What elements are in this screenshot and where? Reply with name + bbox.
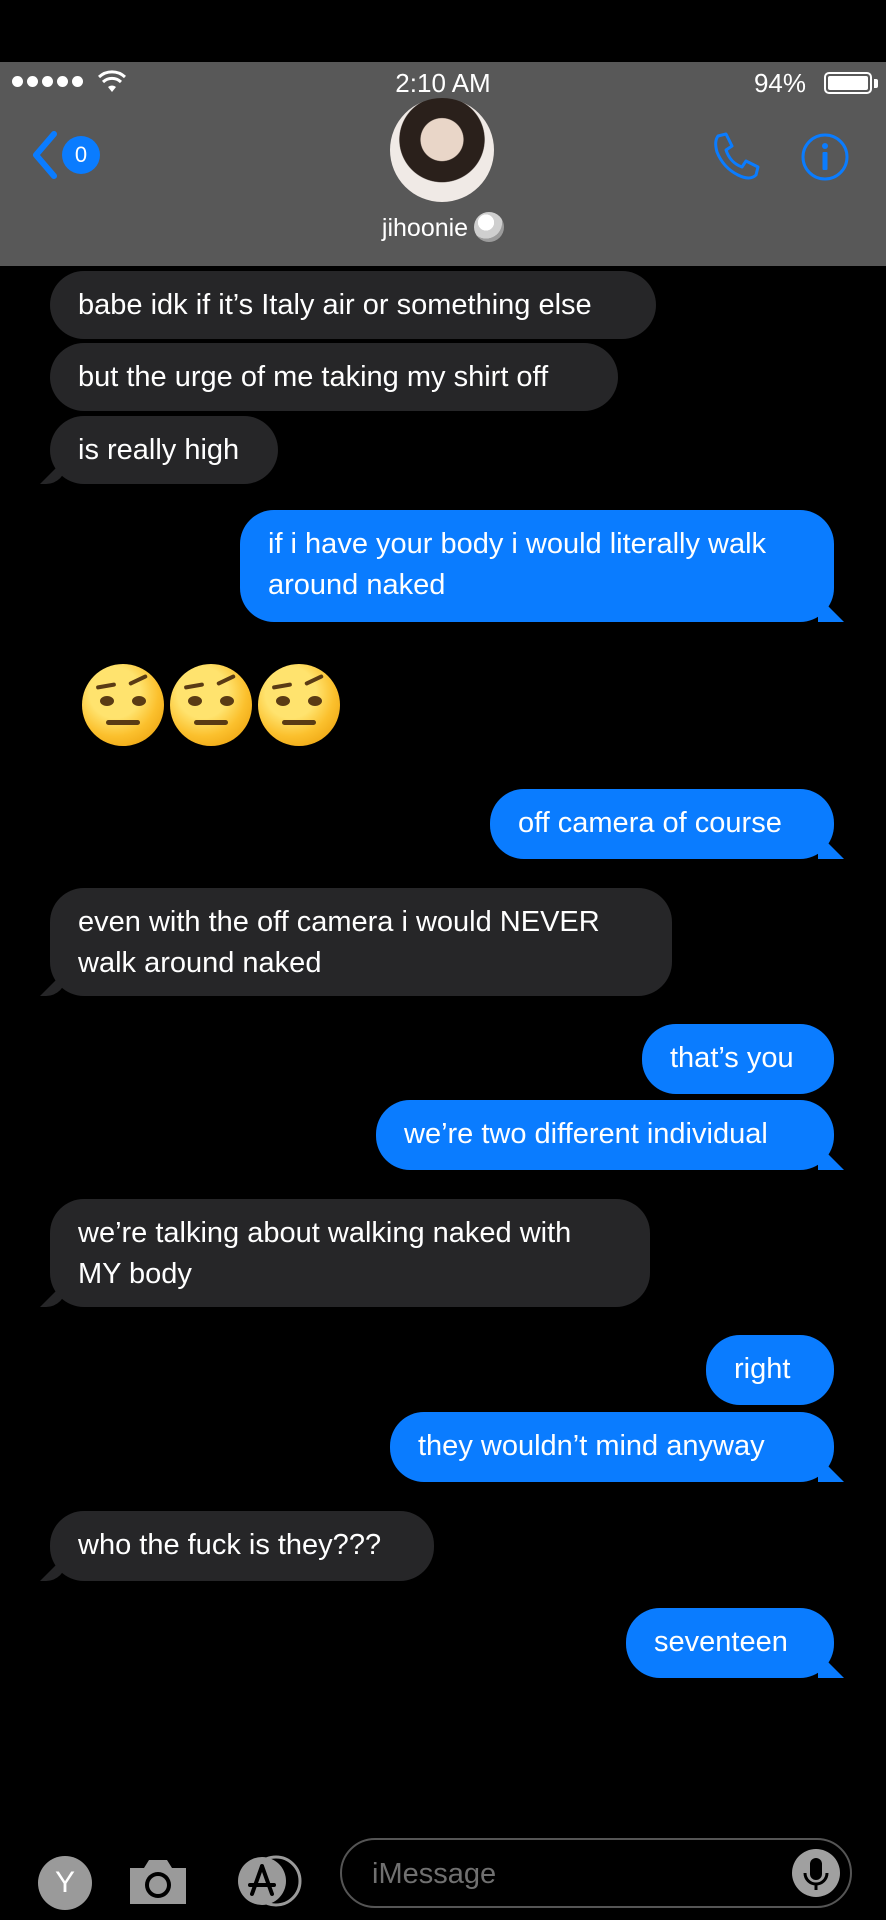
message-sent[interactable]: they wouldn’t mind anyway (390, 1412, 834, 1482)
raised-eyebrow-emoji-icon (258, 664, 340, 746)
avatar[interactable] (390, 98, 494, 202)
unread-count-badge: 0 (62, 136, 100, 174)
chevron-left-icon (33, 131, 57, 179)
battery-percentage: 94% (753, 68, 806, 98)
emoji-message[interactable] (82, 664, 340, 746)
camera-icon[interactable] (126, 1854, 190, 1908)
back-button[interactable]: 0 (30, 130, 104, 180)
info-icon[interactable] (800, 132, 850, 182)
message-received[interactable]: who the fuck is they??? (50, 1511, 434, 1581)
compose-toolbar: Y iMessage (0, 1820, 886, 1920)
message-sent[interactable]: we’re two different individual (376, 1100, 834, 1170)
profile-y-button[interactable]: Y (38, 1856, 92, 1910)
message-received[interactable]: we’re talking about walking naked with M… (50, 1199, 650, 1307)
mic-button[interactable] (792, 1849, 840, 1897)
raised-eyebrow-emoji-icon (82, 664, 164, 746)
imessage-input[interactable]: iMessage (340, 1838, 852, 1908)
moon-emoji-icon (474, 212, 505, 242)
app-store-icon[interactable] (232, 1854, 306, 1908)
phone-icon[interactable] (708, 128, 764, 184)
message-sent[interactable]: seventeen (626, 1608, 834, 1678)
message-received[interactable]: is really high (50, 416, 278, 484)
message-received[interactable]: but the urge of me taking my shirt off (50, 343, 618, 411)
message-received[interactable]: even with the off camera i would NEVER w… (50, 888, 672, 996)
message-sent[interactable]: off camera of course (490, 789, 834, 859)
imessage-placeholder: iMessage (372, 1858, 497, 1890)
message-sent[interactable]: if i have your body i would literally wa… (240, 510, 834, 622)
contact-name[interactable]: jihoonie (0, 212, 886, 243)
message-sent[interactable]: that’s you (642, 1024, 834, 1094)
mic-icon (803, 1858, 829, 1890)
battery-icon (824, 72, 872, 94)
raised-eyebrow-emoji-icon (170, 664, 252, 746)
message-received[interactable]: babe idk if it’s Italy air or something … (50, 271, 656, 339)
message-sent[interactable]: right (706, 1335, 834, 1405)
